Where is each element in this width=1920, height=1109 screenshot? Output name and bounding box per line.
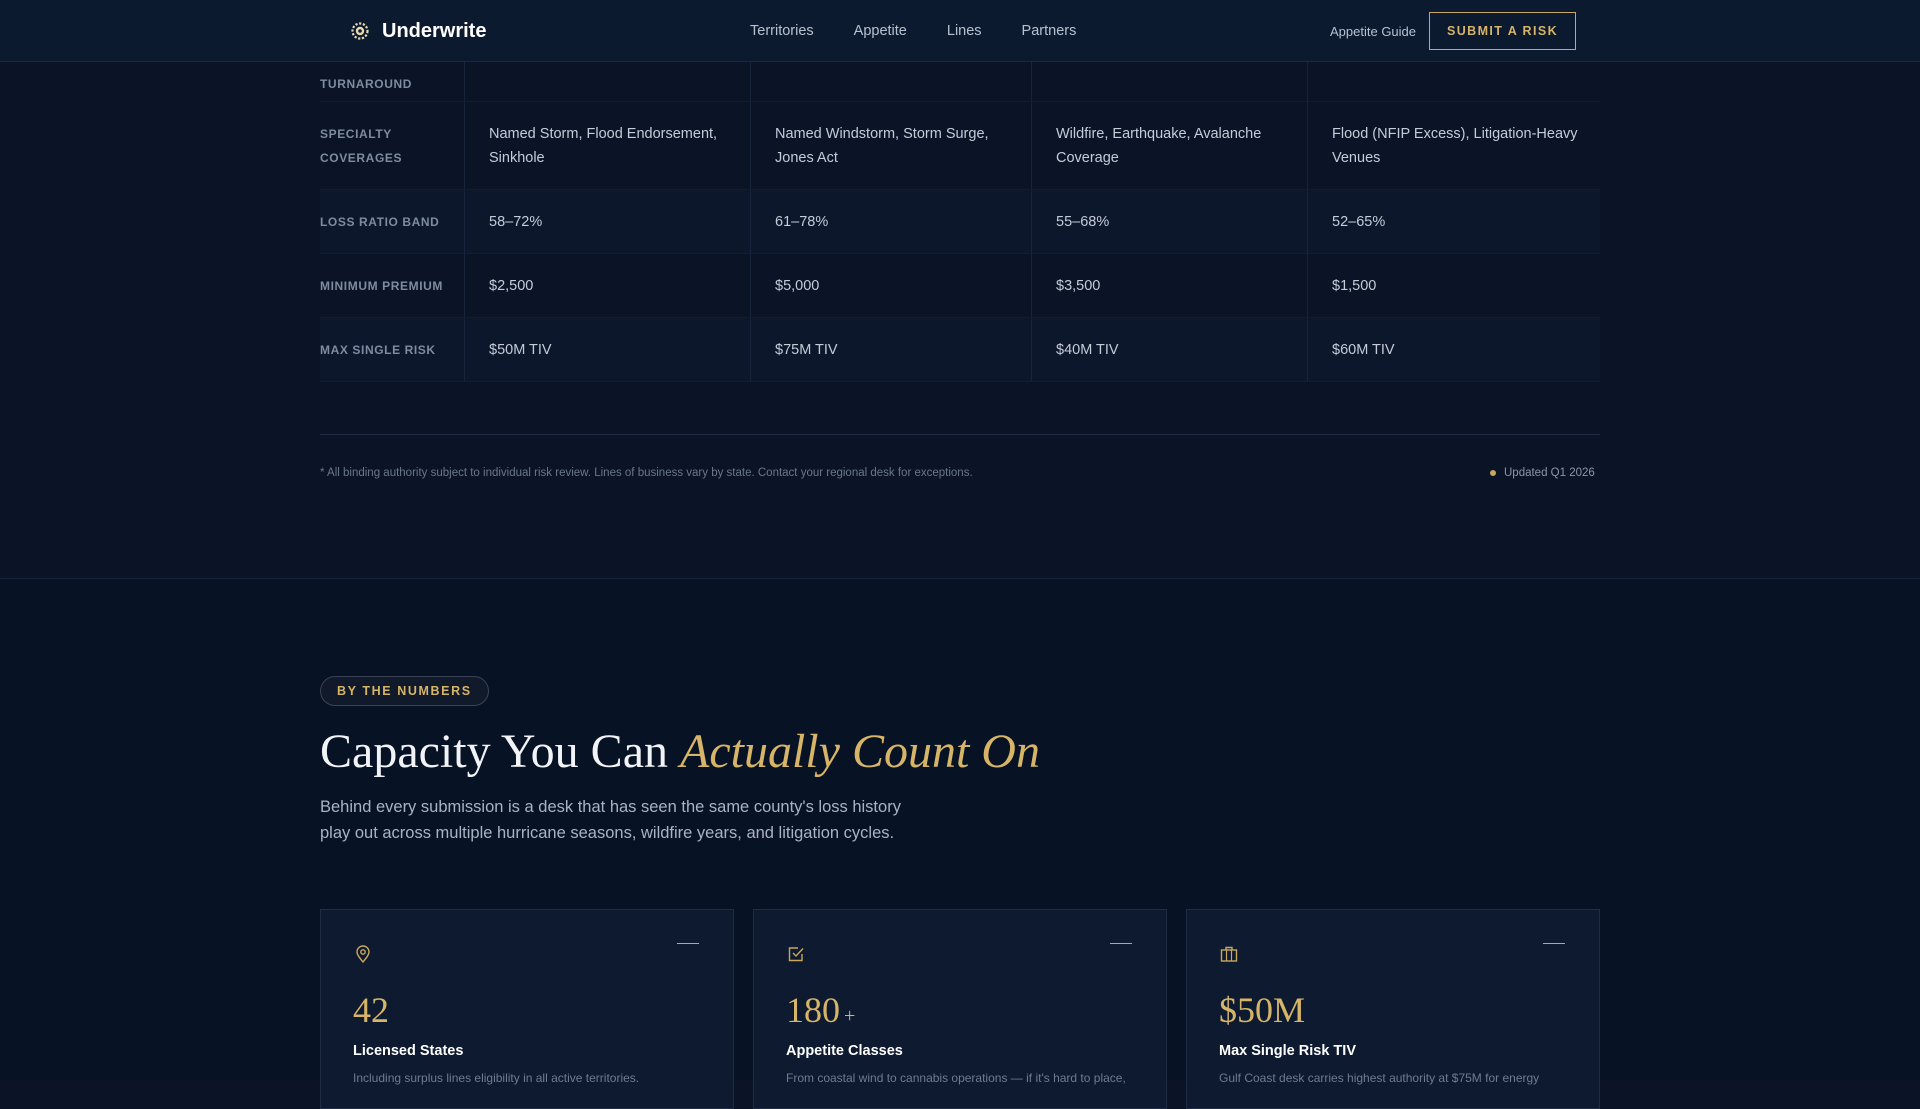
status-dot-icon (1490, 470, 1496, 476)
table-cell: 61–78% (751, 190, 1032, 253)
stat-description: Gulf Coast desk carries highest authorit… (1219, 1071, 1540, 1085)
table-cell: Named Windstorm, Storm Surge, Jones Act (751, 102, 1032, 189)
updated-indicator: Updated Q1 2026 (1490, 467, 1595, 479)
row-label: LOSS RATIO BAND (320, 190, 465, 253)
stat-label: Licensed States (353, 1043, 464, 1059)
table-cell: $5,000 (751, 254, 1032, 317)
row-label: SPECIALTY COVERAGES (320, 102, 465, 189)
compass-logo-icon (351, 22, 369, 40)
accent-line (1543, 943, 1565, 944)
table-cell: 58–72% (465, 190, 751, 253)
table-cell: Flood (NFIP Excess), Litigation-Heavy Ve… (1332, 125, 1578, 166)
table-divider (320, 434, 1600, 435)
nav-link-partners[interactable]: Partners (1022, 23, 1077, 39)
table-cell: $50M TIV (465, 318, 751, 381)
table-cell (465, 62, 751, 101)
map-pin-icon (356, 945, 370, 964)
row-label: TURNAROUND (320, 62, 465, 101)
submit-risk-button[interactable]: SUBMIT A RISK (1429, 12, 1576, 50)
briefcase-icon (1220, 946, 1238, 962)
stat-description: Including surplus lines eligibility in a… (353, 1071, 640, 1085)
table-footnote: * All binding authority subject to indiv… (320, 467, 973, 479)
stat-label: Appetite Classes (786, 1043, 903, 1059)
top-nav: Underwrite Territories Appetite Lines Pa… (0, 0, 1920, 62)
nav-link-territories[interactable]: Territories (750, 23, 814, 39)
table-row: SPECIALTY COVERAGES Named Storm, Flood E… (320, 102, 1600, 190)
brand-name: Underwrite (382, 19, 487, 42)
table-cell: $75M TIV (751, 318, 1032, 381)
row-label: MAX SINGLE RISK (320, 318, 465, 381)
section-badge: BY THE NUMBERS (320, 676, 489, 706)
stat-card-appetite-classes: 180 + Appetite Classes From coastal wind … (753, 909, 1167, 1109)
stat-card-max-single-risk: $50M Max Single Risk TIV Gulf Coast desk… (1186, 909, 1600, 1109)
brand[interactable]: Underwrite (350, 0, 486, 62)
table-cell: $60M TIV (1332, 341, 1395, 358)
stat-value: $50M (1219, 990, 1306, 1030)
table-cell (1032, 62, 1308, 101)
table-cell: $1,500 (1332, 277, 1377, 294)
table-cell: Wildfire, Earthquake, Avalanche Coverage (1032, 102, 1308, 189)
stat-card-licensed-states: 42 Licensed States Including surplus lin… (320, 909, 734, 1109)
table-row: LOSS RATIO BAND 58–72% 61–78% 55–68% 52–… (320, 190, 1600, 254)
table-row: TURNAROUND (320, 62, 1600, 102)
table-cell: $40M TIV (1032, 318, 1308, 381)
appetite-guide-link[interactable]: Appetite Guide (1330, 0, 1416, 62)
headline-plain: Capacity You Can (320, 725, 680, 778)
table-cell (1308, 62, 1600, 101)
stat-value: 42 (353, 990, 389, 1030)
appetite-table: TURNAROUND SPECIALTY COVERAGES Named Sto… (320, 62, 1600, 382)
accent-line (677, 943, 699, 944)
table-cell (751, 62, 1032, 101)
main-nav: Territories Appetite Lines Partners (750, 0, 1076, 62)
table-cell: 55–68% (1032, 190, 1308, 253)
stat-label: Max Single Risk TIV (1219, 1043, 1356, 1059)
table-row: MINIMUM PREMIUM $2,500 $5,000 $3,500 $1,… (320, 254, 1600, 318)
stat-value: 180 + (786, 990, 856, 1030)
row-label: MINIMUM PREMIUM (320, 254, 465, 317)
table-cell: $2,500 (465, 254, 751, 317)
section-lede: Behind every submission is a desk that h… (320, 798, 901, 842)
table-row: MAX SINGLE RISK $50M TIV $75M TIV $40M T… (320, 318, 1600, 382)
check-square-icon (788, 947, 804, 962)
nav-link-appetite[interactable]: Appetite (854, 23, 907, 39)
headline-accent: Actually Count On (680, 725, 1040, 778)
table-cell: Named Storm, Flood Endorsement, Sinkhole (465, 102, 751, 189)
accent-line (1110, 943, 1132, 944)
section-headline: Capacity You Can Actually Count On (320, 724, 1040, 779)
table-cell: 52–65% (1332, 213, 1386, 230)
nav-link-lines[interactable]: Lines (947, 23, 982, 39)
updated-label: Updated Q1 2026 (1504, 467, 1595, 479)
table-cell: $3,500 (1032, 254, 1308, 317)
stat-description: From coastal wind to cannabis operations… (786, 1071, 1126, 1085)
